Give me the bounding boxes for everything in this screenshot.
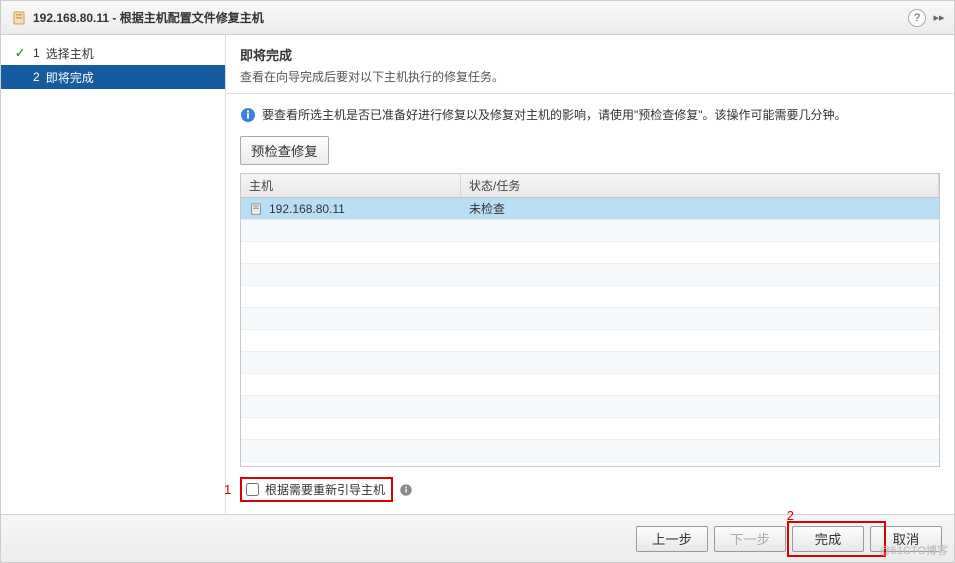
table-body: 192.168.80.11 未检查: [241, 198, 939, 466]
wizard-dialog: 192.168.80.11 - 根据主机配置文件修复主机 ? ▸▸ ✓ 1 选择…: [0, 0, 955, 563]
cell-status: 未检查: [461, 200, 939, 217]
page-title: 即将完成: [240, 45, 940, 64]
wizard-steps: ✓ 1 选择主机 ✓ 2 即将完成: [1, 35, 226, 514]
content-body: 要查看所选主机是否已准备好进行修复以及修复对主机的影响，请使用"预检查修复"。该…: [226, 94, 954, 514]
table-row: [241, 352, 939, 374]
page-description: 查看在向导完成后要对以下主机执行的修复任务。: [240, 68, 940, 85]
dialog-title: 192.168.80.11 - 根据主机配置文件修复主机: [33, 9, 264, 26]
step-number: 2: [33, 70, 40, 84]
table-header: 主机 状态/任务: [241, 174, 939, 198]
check-icon: ✓: [15, 46, 29, 60]
info-icon[interactable]: [399, 483, 413, 497]
annotation-marker: 1: [224, 482, 231, 497]
host-icon: [249, 202, 263, 216]
reboot-option-row: 1 根据需要重新引导主机: [240, 475, 940, 504]
table-row: [241, 418, 939, 440]
titlebar: 192.168.80.11 - 根据主机配置文件修复主机 ? ▸▸: [1, 1, 954, 35]
content-header: 即将完成 查看在向导完成后要对以下主机执行的修复任务。: [226, 35, 954, 94]
next-button: 下一步: [714, 526, 786, 552]
finish-button[interactable]: 完成: [792, 526, 864, 552]
table-row: [241, 396, 939, 418]
column-status[interactable]: 状态/任务: [461, 174, 939, 197]
footer: 上一步 下一步 2 完成 取消 @51CTO博客: [1, 514, 954, 562]
expand-icon[interactable]: ▸▸: [932, 11, 946, 25]
table-row: [241, 264, 939, 286]
table-row: [241, 374, 939, 396]
info-banner: 要查看所选主机是否已准备好进行修复以及修复对主机的影响，请使用"预检查修复"。该…: [240, 106, 940, 126]
hosts-table: 主机 状态/任务: [240, 173, 940, 467]
column-host[interactable]: 主机: [241, 174, 461, 197]
info-text: 要查看所选主机是否已准备好进行修复以及修复对主机的影响，请使用"预检查修复"。该…: [262, 106, 847, 124]
back-button[interactable]: 上一步: [636, 526, 708, 552]
host-icon: [11, 10, 27, 26]
wizard-step-select-host[interactable]: ✓ 1 选择主机: [1, 41, 225, 65]
cell-host: 192.168.80.11: [241, 202, 461, 216]
help-button[interactable]: ?: [908, 9, 926, 27]
info-icon: [240, 107, 256, 126]
table-row: [241, 308, 939, 330]
table-row: [241, 220, 939, 242]
table-row: [241, 330, 939, 352]
host-name: 192.168.80.11: [269, 202, 345, 216]
table-row: [241, 242, 939, 264]
reboot-checkbox[interactable]: [246, 483, 259, 496]
step-label: 即将完成: [46, 69, 94, 86]
cancel-button[interactable]: 取消: [870, 526, 942, 552]
annotation-marker: 2: [787, 508, 794, 523]
reboot-label: 根据需要重新引导主机: [265, 481, 385, 498]
content-panel: 即将完成 查看在向导完成后要对以下主机执行的修复任务。 要查看所选主机是否已准备…: [226, 35, 954, 514]
table-row: [241, 286, 939, 308]
dialog-body: ✓ 1 选择主机 ✓ 2 即将完成 即将完成 查看在向导完成后要对以下主机执行的…: [1, 35, 954, 514]
annotation-box: 根据需要重新引导主机: [240, 477, 393, 502]
table-row[interactable]: 192.168.80.11 未检查: [241, 198, 939, 220]
precheck-remediation-button[interactable]: 预检查修复: [240, 136, 329, 165]
table-row: [241, 440, 939, 462]
step-number: 1: [33, 46, 40, 60]
wizard-step-ready-to-complete[interactable]: ✓ 2 即将完成: [1, 65, 225, 89]
step-label: 选择主机: [46, 45, 94, 62]
